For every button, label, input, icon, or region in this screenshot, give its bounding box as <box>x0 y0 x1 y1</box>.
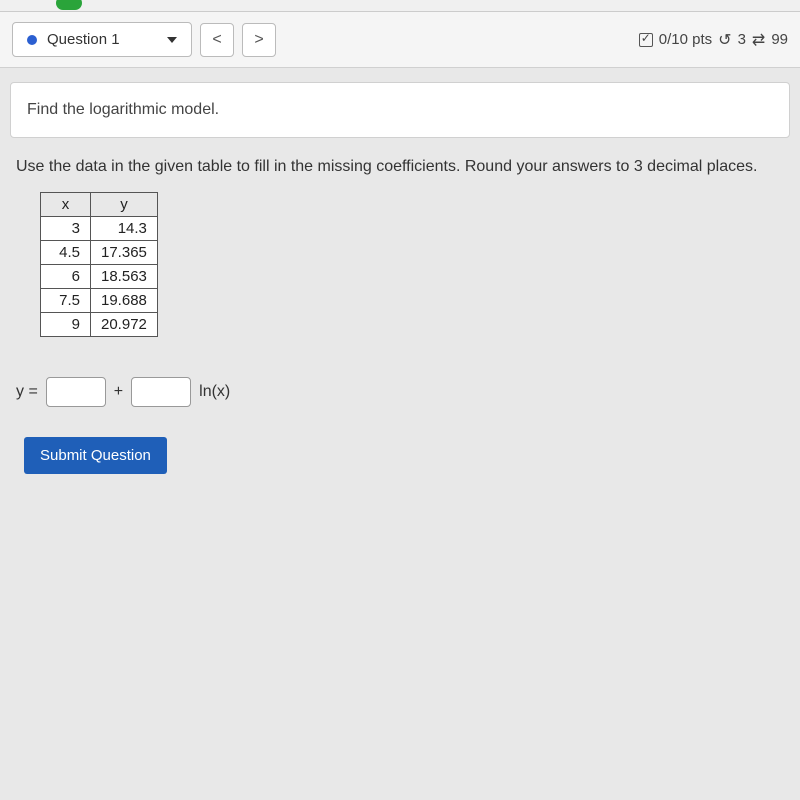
retry-icon: ↺ <box>718 30 731 50</box>
status-dot-icon <box>27 35 37 45</box>
next-question-button[interactable]: > <box>242 23 276 57</box>
prompt-text: Find the logarithmic model. <box>27 101 773 119</box>
submit-question-button[interactable]: Submit Question <box>24 437 167 474</box>
cell-y: 20.972 <box>91 313 158 337</box>
table-row: 7.5 19.688 <box>41 289 158 313</box>
cell-y: 17.365 <box>91 241 158 265</box>
check-icon <box>639 33 653 47</box>
score-text: 0/10 pts <box>659 31 712 48</box>
coefficient-b-input[interactable] <box>131 377 191 407</box>
equation-lhs: y = <box>16 383 38 401</box>
cell-y: 19.688 <box>91 289 158 313</box>
cell-x: 6 <box>41 265 91 289</box>
table-header-row: x y <box>41 193 158 217</box>
coefficient-a-input[interactable] <box>46 377 106 407</box>
cell-y: 14.3 <box>91 217 158 241</box>
attempts-text: 3 <box>738 31 746 48</box>
data-table-wrap: x y 3 14.3 4.5 17.365 6 18.563 7.5 19.68… <box>0 192 800 337</box>
col-y-header: y <box>91 193 158 217</box>
cell-x: 9 <box>41 313 91 337</box>
prompt-box: Find the logarithmic model. <box>10 82 790 138</box>
cell-x: 3 <box>41 217 91 241</box>
cell-x: 7.5 <box>41 289 91 313</box>
cell-y: 18.563 <box>91 265 158 289</box>
nav-bar: Question 1 < > 0/10 pts ↺ 3 ⇄ 99 <box>0 12 800 68</box>
cell-x: 4.5 <box>41 241 91 265</box>
col-x-header: x <box>41 193 91 217</box>
equation-tail: ln(x) <box>199 383 230 401</box>
table-row: 6 18.563 <box>41 265 158 289</box>
table-row: 3 14.3 <box>41 217 158 241</box>
question-dropdown[interactable]: Question 1 <box>12 22 192 57</box>
swap-icon: ⇄ <box>752 30 765 50</box>
data-table: x y 3 14.3 4.5 17.365 6 18.563 7.5 19.68… <box>40 192 158 337</box>
equation-row: y = + ln(x) <box>0 337 800 437</box>
score-area: 0/10 pts ↺ 3 ⇄ 99 <box>639 30 788 50</box>
table-row: 4.5 17.365 <box>41 241 158 265</box>
chevron-down-icon <box>167 37 177 43</box>
retries-text: 99 <box>771 31 788 48</box>
top-strip <box>0 0 800 12</box>
equation-plus: + <box>114 383 123 401</box>
instruction-text: Use the data in the given table to fill … <box>0 152 800 192</box>
table-row: 9 20.972 <box>41 313 158 337</box>
prev-question-button[interactable]: < <box>200 23 234 57</box>
question-label: Question 1 <box>47 31 157 48</box>
